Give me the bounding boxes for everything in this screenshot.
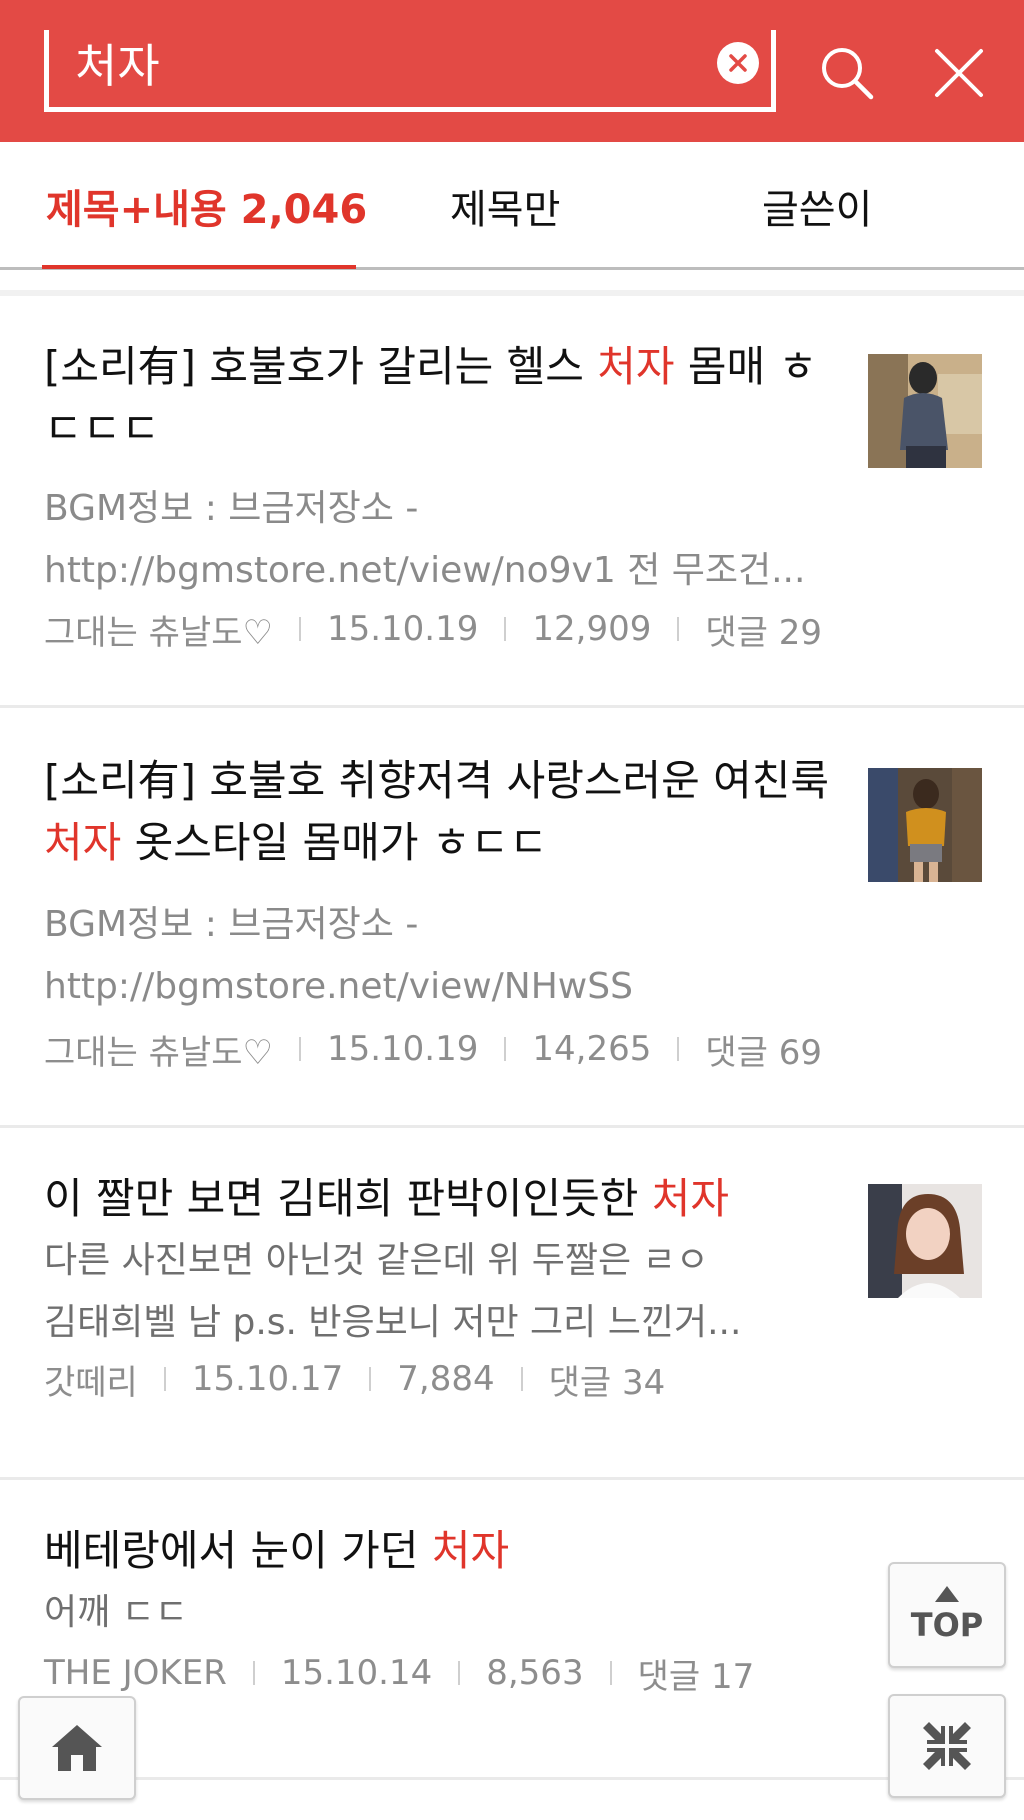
list-item[interactable]: [소리有] 호불호 취향저격 사랑스러운 여친룩 처자 옷스타일 몸매가 ㅎㄷㄷ… [0,708,1024,1128]
date: 15.10.17 [191,1359,344,1399]
item-title[interactable]: [소리有] 호불호가 갈리는 헬스 처자 몸매 ㅎㄷㄷㄷ [44,336,834,460]
list-item[interactable]: 베테랑에서 눈이 가던 처자 어깨 ㄷㄷ THE JOKER 15.10.14 … [0,1480,1024,1780]
keyword-highlight: 처자 [651,1174,729,1223]
date: 15.10.14 [280,1653,433,1693]
tab-author[interactable]: 글쓴이 [762,142,872,270]
list-item[interactable]: 이 짤만 보면 김태희 판박이인듯한 처자 다른 사진보면 아닌것 같은데 위 … [0,1128,1024,1480]
thumbnail[interactable] [868,354,982,468]
tab-title-content[interactable]: 제목+내용 2,046 [46,142,367,270]
author: THE JOKER [44,1653,227,1693]
item-body-line: BGM정보 : 브금저장소 - [44,488,419,529]
arrow-up-icon [935,1586,959,1602]
comment-count: 댓글 34 [548,1362,666,1403]
date: 15.10.19 [326,609,479,649]
item-meta: 그대는 츄날도♡ 15.10.19 14,265 댓글 69 [44,1026,822,1073]
item-body-line: 다른 사진보면 아닌것 같은데 위 두짤은 ㄹㅇ [44,1240,709,1281]
collapse-button[interactable] [888,1694,1006,1798]
search-input[interactable]: 처자 [75,34,695,98]
tab-title-only[interactable]: 제목만 [450,142,560,270]
item-body-line: http://bgmstore.net/view/NHwSS [44,966,633,1007]
comment-count: 댓글 69 [705,1032,822,1073]
list-item[interactable]: [소리有] 호불호가 갈리는 헬스 처자 몸매 ㅎㄷㄷㄷ BGM정보 : 브금저… [0,296,1024,708]
search-icon [822,48,874,100]
search-box[interactable]: 처자 [44,30,776,112]
author: 그대는 츄날도♡ [44,612,273,653]
home-button[interactable] [18,1696,136,1800]
keyword-highlight: 처자 [597,342,675,391]
item-meta: 갓떼리 15.10.17 7,884 댓글 34 [44,1356,666,1403]
search-button[interactable] [812,38,882,108]
thumbnail[interactable] [868,1184,982,1298]
author: 갓떼리 [44,1362,138,1403]
view-count: 8,563 [486,1653,584,1693]
view-count: 7,884 [397,1359,495,1399]
clear-search-button[interactable] [717,42,759,84]
collapse-arrows-icon [923,1722,971,1770]
item-meta: 그대는 츄날도♡ 15.10.19 12,909 댓글 29 [44,606,822,653]
comment-count: 댓글 29 [705,612,822,653]
home-icon [52,1725,102,1771]
search-tabs: 제목+내용 2,046 제목만 글쓴이 [0,142,1024,270]
date: 15.10.19 [326,1029,479,1069]
item-body-line: 김태희벨 남 p.s. 반응보니 저만 그리 느낀거... [44,1302,742,1343]
thumbnail[interactable] [868,768,982,882]
item-title[interactable]: [소리有] 호불호 취향저격 사랑스러운 여친룩 처자 옷스타일 몸매가 ㅎㄷㄷ [44,750,834,874]
scroll-top-button[interactable]: TOP [888,1562,1006,1668]
item-title[interactable]: 이 짤만 보면 김태희 판박이인듯한 처자 [44,1168,834,1230]
author: 그대는 츄날도♡ [44,1032,273,1073]
close-icon [935,49,983,97]
close-search-button[interactable] [924,38,994,108]
active-tab-indicator [42,265,356,269]
view-count: 14,265 [532,1029,652,1069]
item-body-line: BGM정보 : 브금저장소 - [44,904,419,945]
clear-circle-icon [729,54,747,72]
comment-count: 댓글 17 [637,1656,755,1697]
item-body-line: 어깨 ㄷㄷ [44,1592,188,1633]
keyword-highlight: 처자 [431,1526,510,1575]
keyword-highlight: 처자 [44,818,122,867]
search-header: 처자 [0,0,1024,142]
item-title[interactable]: 베테랑에서 눈이 가던 처자 [44,1520,834,1582]
item-meta: THE JOKER 15.10.14 8,563 댓글 17 [44,1650,755,1697]
item-body-line: http://bgmstore.net/view/no9v1 전 무조건... [44,550,806,591]
top-label: TOP [910,1606,984,1644]
view-count: 12,909 [532,609,652,649]
